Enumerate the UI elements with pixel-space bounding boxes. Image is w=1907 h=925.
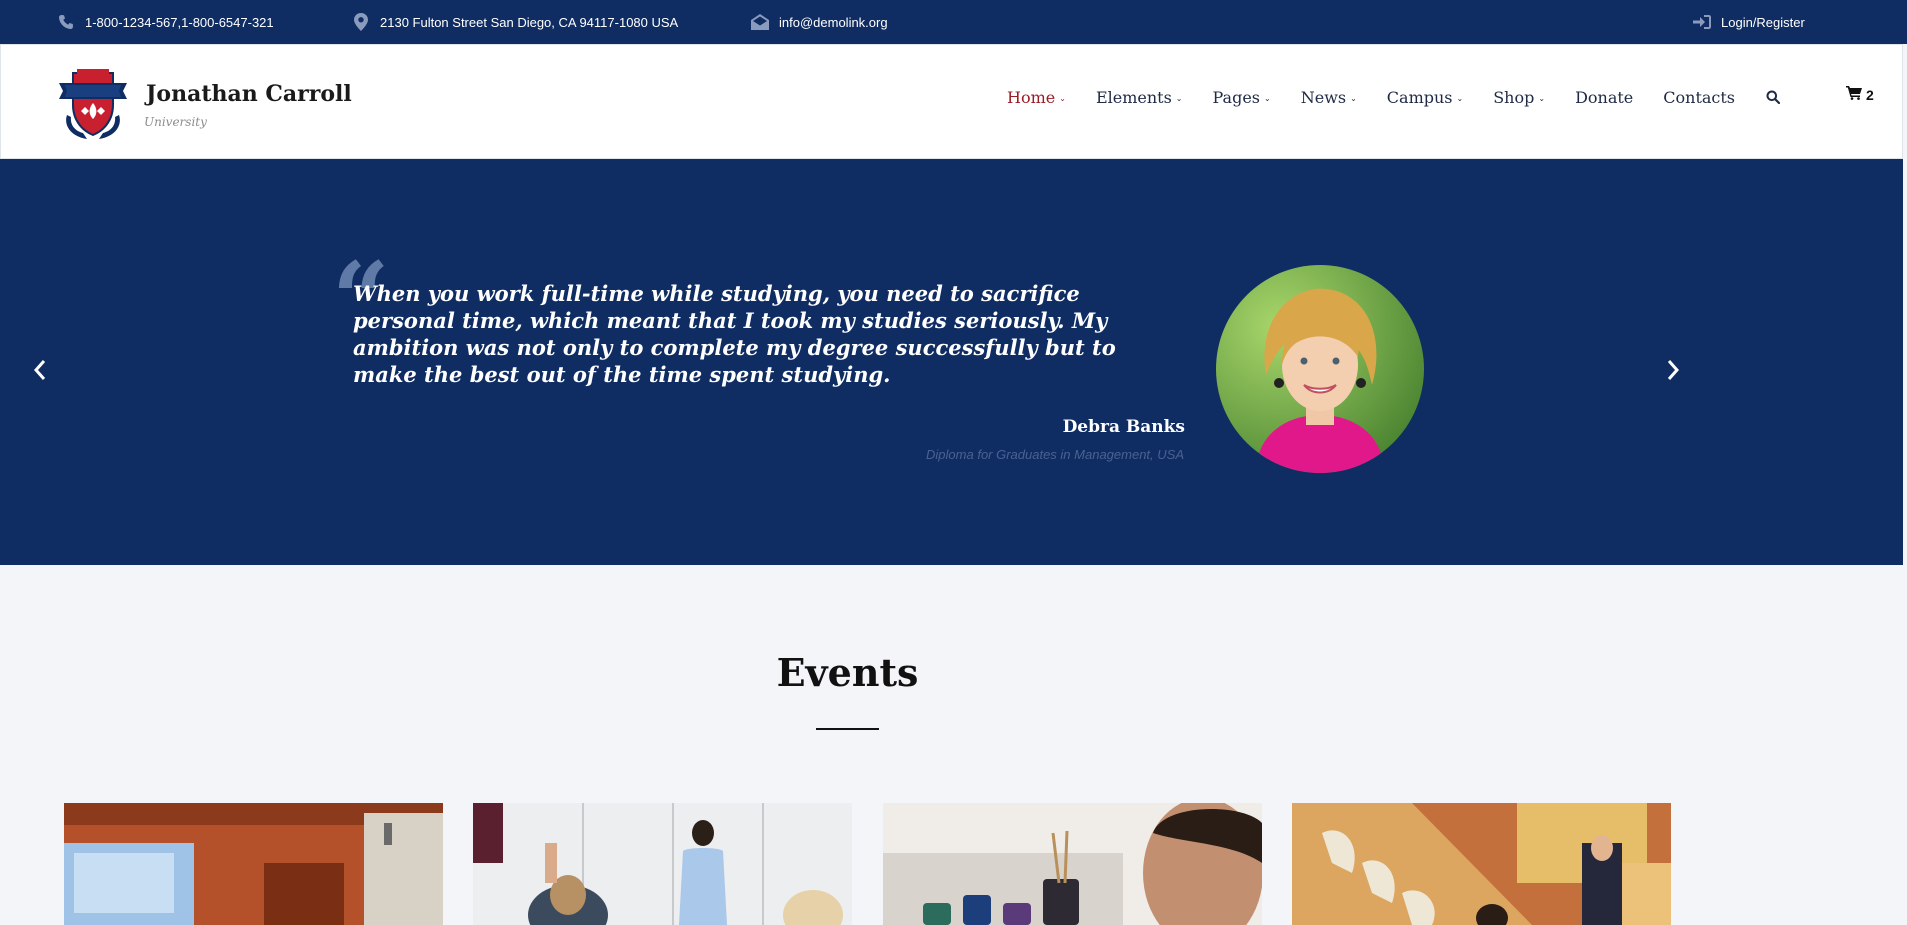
login-register-label: Login/Register bbox=[1721, 14, 1805, 30]
nav-item-pages[interactable]: Pages ⌄ bbox=[1213, 88, 1271, 107]
chevron-down-icon: ⌄ bbox=[1350, 94, 1357, 103]
chevron-down-icon: ⌄ bbox=[1456, 94, 1464, 103]
map-pin-icon bbox=[352, 13, 370, 31]
nav-item-news[interactable]: News ⌄ bbox=[1301, 88, 1357, 107]
title-divider bbox=[816, 728, 879, 730]
phone-info: 1-800-1234-567,1-800-6547-321 bbox=[57, 0, 274, 44]
login-register-link[interactable]: Login/Register bbox=[1693, 0, 1805, 44]
nav-item-home[interactable]: Home ⌄ bbox=[1007, 88, 1066, 107]
cart-button[interactable]: 2 bbox=[1846, 86, 1874, 103]
cart-count: 2 bbox=[1866, 86, 1874, 103]
site-subtitle: University bbox=[144, 115, 207, 129]
testimonial-quote: When you work full-time while studying, … bbox=[353, 281, 1116, 387]
top-info-bar: 1-800-1234-567,1-800-6547-321 2130 Fulto… bbox=[0, 0, 1907, 44]
event-card-photo[interactable] bbox=[473, 803, 852, 925]
testimonial-author-role: Diploma for Graduates in Management, USA bbox=[926, 447, 1184, 462]
phone-icon bbox=[57, 13, 75, 31]
chevron-left-icon bbox=[33, 360, 46, 380]
site-title[interactable]: Jonathan Carroll bbox=[146, 81, 352, 107]
event-card-photo[interactable] bbox=[64, 803, 443, 925]
testimonial-portrait-photo bbox=[1216, 265, 1424, 473]
nav-item-shop[interactable]: Shop ⌄ bbox=[1493, 88, 1545, 107]
events-section-title: Events bbox=[776, 650, 919, 695]
slider-next-button[interactable] bbox=[1658, 355, 1688, 385]
sign-in-icon bbox=[1693, 13, 1711, 31]
university-crest-logo[interactable] bbox=[53, 65, 133, 145]
nav-item-donate[interactable]: Donate bbox=[1575, 88, 1633, 107]
chevron-down-icon: ⌄ bbox=[1059, 94, 1066, 103]
envelope-icon bbox=[751, 13, 769, 31]
site-header: Jonathan Carroll University Home ⌄ Elemen… bbox=[0, 44, 1903, 159]
address-info: 2130 Fulton Street San Diego, CA 94117-1… bbox=[352, 0, 678, 44]
phone-numbers[interactable]: 1-800-1234-567,1-800-6547-321 bbox=[85, 15, 274, 30]
email-info: info@demolink.org bbox=[751, 0, 888, 44]
search-icon[interactable] bbox=[1766, 90, 1782, 106]
event-card-photo[interactable] bbox=[1292, 803, 1671, 925]
testimonial-author: Debra Banks bbox=[1062, 417, 1185, 437]
nav-item-contacts[interactable]: Contacts bbox=[1663, 88, 1735, 107]
address-text: 2130 Fulton Street San Diego, CA 94117-1… bbox=[380, 14, 679, 30]
email-link[interactable]: info@demolink.org bbox=[779, 15, 888, 30]
nav-item-campus[interactable]: Campus ⌄ bbox=[1387, 88, 1463, 107]
slider-prev-button[interactable] bbox=[25, 355, 55, 385]
chevron-down-icon: ⌄ bbox=[1538, 94, 1546, 103]
chevron-down-icon: ⌄ bbox=[1264, 94, 1271, 103]
event-card-photo[interactable] bbox=[883, 803, 1262, 925]
shopping-cart-icon bbox=[1846, 86, 1862, 103]
chevron-down-icon: ⌄ bbox=[1175, 94, 1183, 103]
chevron-right-icon bbox=[1667, 360, 1680, 380]
nav-item-elements[interactable]: Elements ⌄ bbox=[1096, 88, 1183, 107]
main-nav: Home ⌄ Elements ⌄ Pages ⌄ News ⌄ Campus ⌄ Sho… bbox=[1007, 88, 1765, 107]
testimonial-slider: “ When you work full-time while studying… bbox=[0, 159, 1903, 565]
